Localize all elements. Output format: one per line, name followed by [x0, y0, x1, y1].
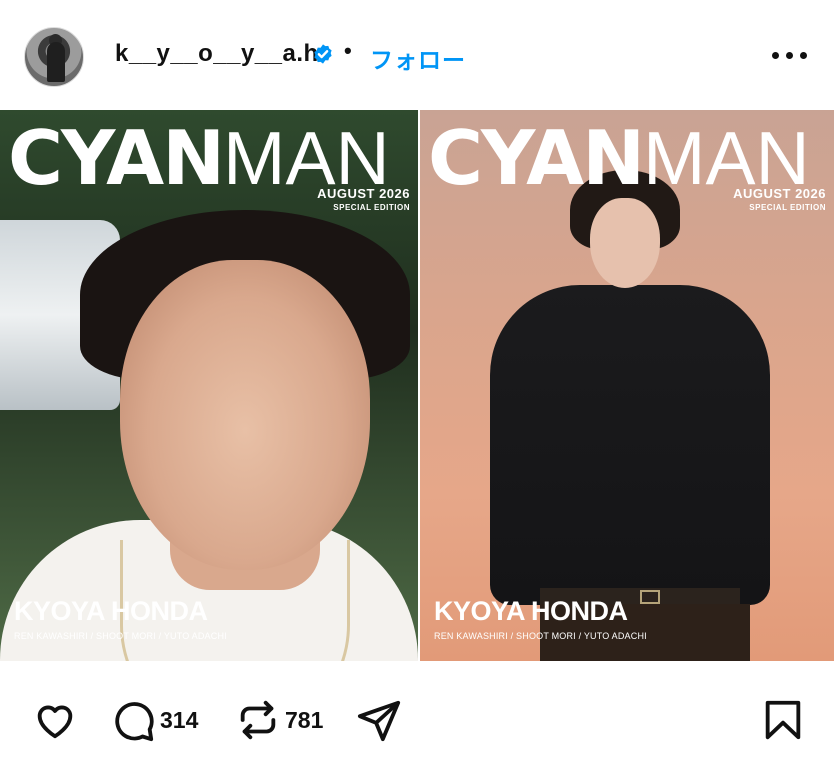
repost-count: 781 — [285, 706, 324, 733]
title-bold: CYAN — [428, 114, 645, 202]
like-button[interactable] — [32, 697, 78, 743]
post-media-carousel[interactable]: CYANMAN AUGUST 2026 SPECIAL EDITION KYOY… — [0, 110, 834, 661]
bookmark-icon — [765, 700, 801, 740]
issue-info: AUGUST 2026 SPECIAL EDITION — [733, 186, 826, 212]
cover-credits: REN KAWASHIRI / SHOOT MORI / YUTO ADACHI — [14, 631, 227, 641]
heart-icon — [37, 705, 73, 739]
comment-count: 314 — [160, 706, 199, 733]
face — [120, 260, 370, 570]
repost-button[interactable]: 781 — [235, 697, 323, 743]
save-button[interactable] — [760, 697, 806, 743]
send-icon — [357, 700, 401, 742]
magazine-cover-fullbody: CYANMAN AUGUST 2026 SPECIAL EDITION KYOY… — [420, 110, 834, 661]
verified-badge-icon — [314, 44, 332, 64]
share-button[interactable] — [356, 697, 402, 743]
cover-star-name: KYOYA HONDA — [434, 596, 628, 626]
avatar-figure — [47, 42, 65, 82]
repost-icon — [240, 700, 276, 740]
post-header: k__y__o__y__a.h • フォロー — [0, 0, 834, 110]
black-shirt — [490, 285, 770, 605]
cover-star-name: KYOYA HONDA — [14, 596, 208, 626]
title-bold: CYAN — [8, 114, 225, 202]
issue-edition: SPECIAL EDITION — [333, 203, 410, 212]
issue-date: AUGUST 2026 — [317, 186, 410, 201]
issue-info: AUGUST 2026 SPECIAL EDITION — [317, 186, 410, 212]
cover-credits: REN KAWASHIRI / SHOOT MORI / YUTO ADACHI — [434, 631, 647, 641]
username-link[interactable]: k__y__o__y__a.h — [115, 40, 319, 68]
magazine-cover-closeup: CYANMAN AUGUST 2026 SPECIAL EDITION KYOY… — [0, 110, 418, 661]
comment-button[interactable]: 314 — [110, 697, 198, 743]
post-actions: 314 781 — [0, 661, 834, 758]
follow-button[interactable]: フォロー — [370, 41, 466, 75]
issue-edition: SPECIAL EDITION — [749, 203, 826, 212]
separator-dot: • — [344, 38, 352, 63]
avatar[interactable] — [24, 27, 84, 87]
issue-date: AUGUST 2026 — [733, 186, 826, 201]
belt-buckle — [640, 590, 660, 604]
more-options-icon[interactable] — [772, 52, 808, 60]
face — [590, 198, 660, 288]
comment-icon — [115, 702, 154, 742]
